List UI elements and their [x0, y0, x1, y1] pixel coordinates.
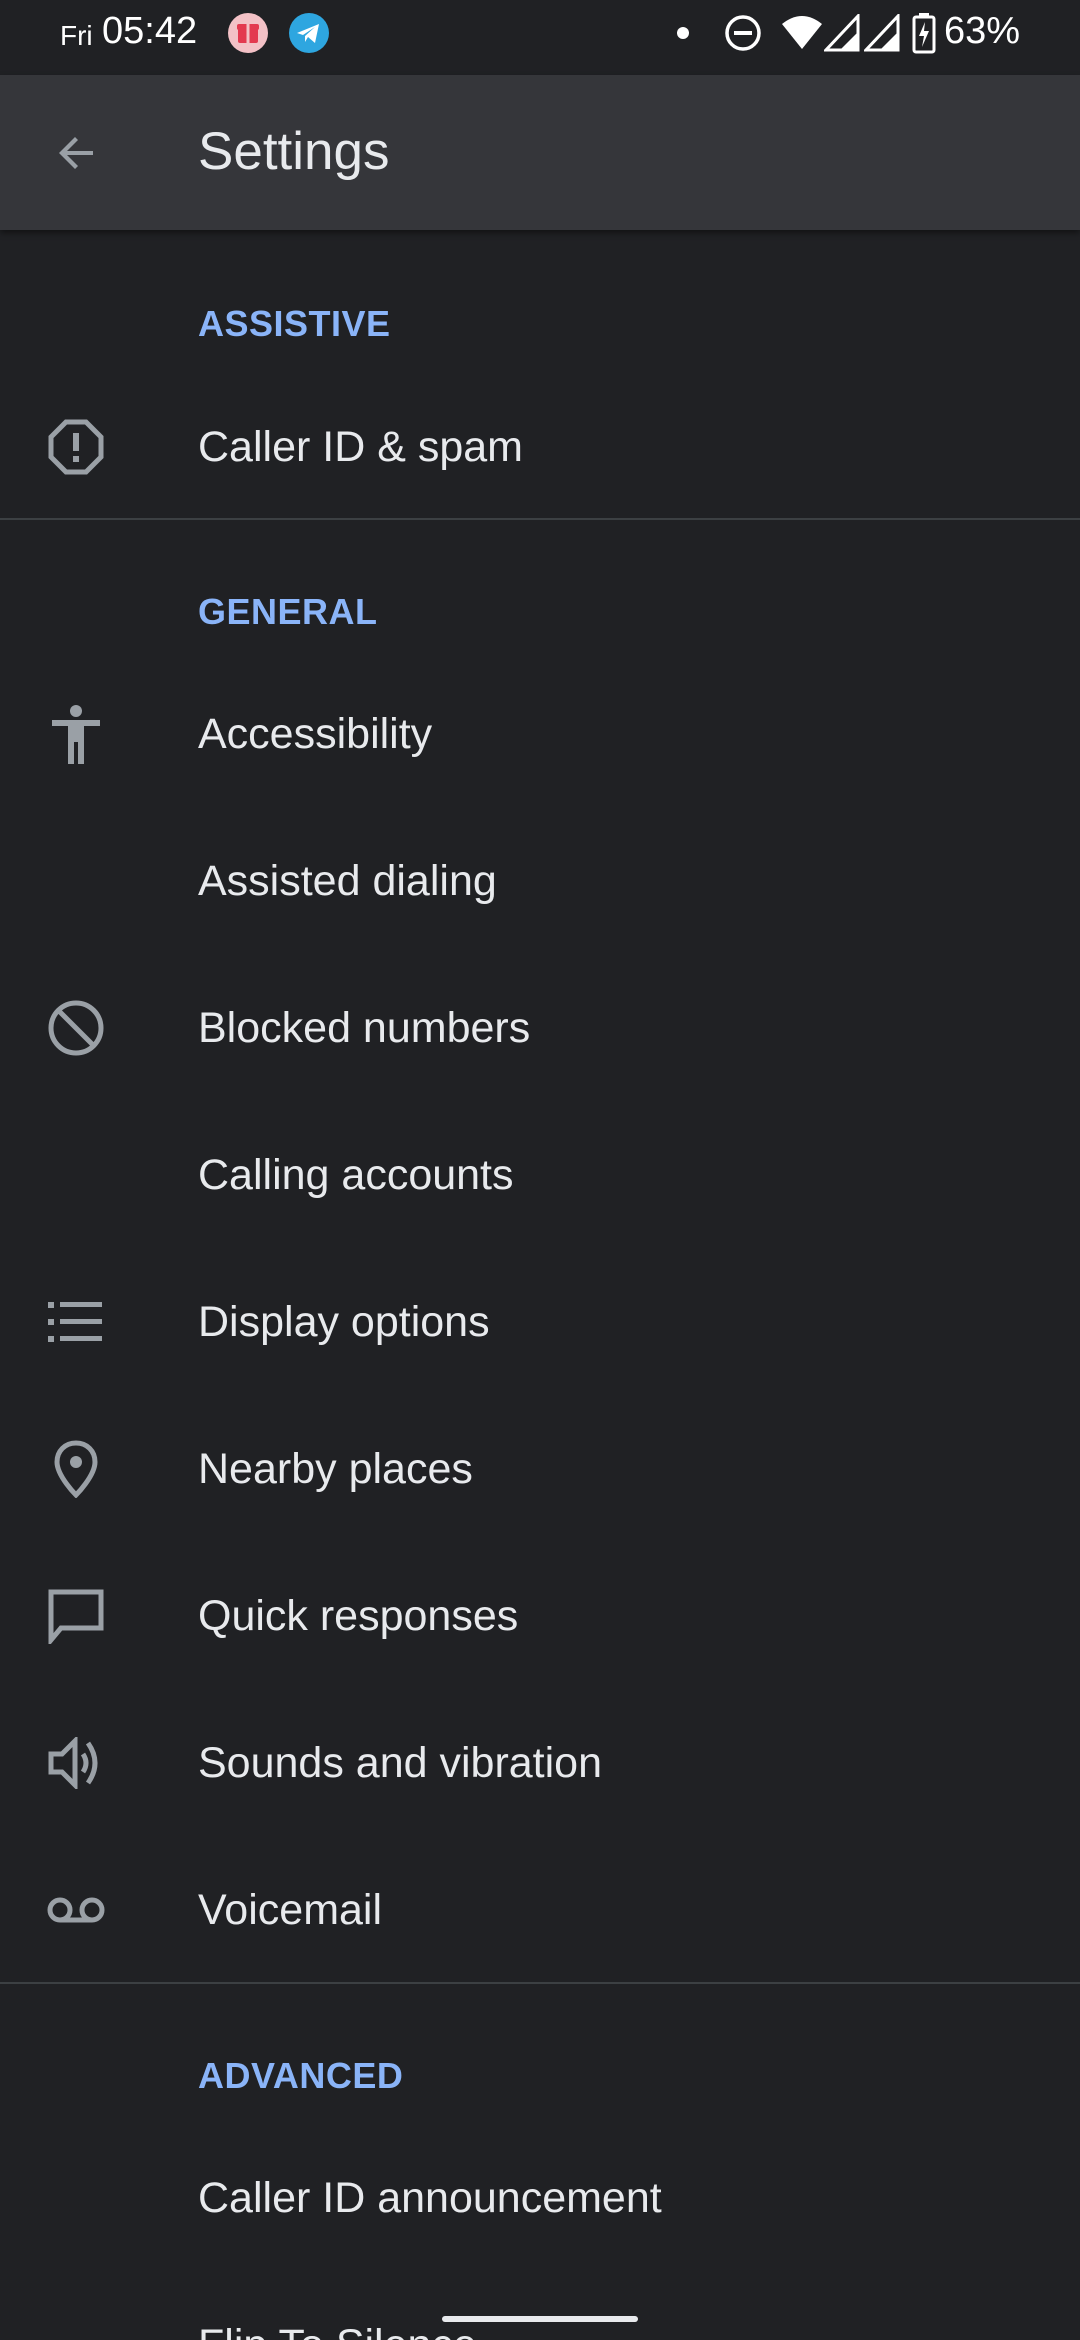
settings-item-caller-id-announcement[interactable]: Caller ID announcement	[0, 2125, 1080, 2271]
settings-item-label: Caller ID & spam	[198, 423, 523, 471]
settings-item-caller-id-spam[interactable]: Caller ID & spam	[0, 374, 1080, 520]
volume-icon	[40, 1727, 112, 1799]
battery-charging-icon	[912, 12, 936, 54]
settings-screen: Fri 05:42 63% Settings ASSISTIVE Caller …	[0, 0, 1080, 2340]
settings-item-accessibility[interactable]: Accessibility	[0, 661, 1080, 807]
list-icon	[40, 1286, 112, 1358]
do-not-disturb-icon	[724, 14, 762, 52]
chat-bubble-icon	[40, 1580, 112, 1652]
page-title: Settings	[198, 122, 390, 181]
gift-app-icon	[227, 12, 269, 54]
settings-item-label: Nearby places	[198, 1445, 473, 1493]
settings-item-label: Flip To Silence	[198, 2272, 477, 2340]
status-day: Fri	[60, 20, 93, 51]
spam-shield-icon	[40, 411, 112, 483]
gesture-navigation-bar[interactable]	[442, 2316, 638, 2322]
status-time: 05:42	[102, 10, 198, 52]
location-pin-icon	[40, 1433, 112, 1505]
section-header-assistive: ASSISTIVE	[198, 303, 391, 344]
telegram-icon	[288, 12, 330, 54]
section-divider	[0, 518, 1080, 520]
settings-item-label: Blocked numbers	[198, 1004, 531, 1052]
wifi-icon	[780, 14, 824, 52]
battery-percent: 63%	[944, 10, 1021, 52]
arrow-back-icon	[53, 129, 101, 177]
notification-dot-icon	[677, 27, 689, 39]
section-header-general: GENERAL	[198, 591, 378, 632]
signal-icon	[824, 14, 860, 52]
back-button[interactable]	[37, 113, 117, 193]
settings-item-assisted-dialing[interactable]: Assisted dialing	[0, 808, 1080, 954]
settings-item-nearby-places[interactable]: Nearby places	[0, 1396, 1080, 1542]
settings-item-label: Caller ID announcement	[198, 2174, 662, 2222]
section-divider	[0, 1982, 1080, 1984]
signal-icon	[864, 14, 900, 52]
app-bar: Settings	[0, 75, 1080, 230]
settings-item-label: Accessibility	[198, 710, 433, 758]
settings-item-label: Assisted dialing	[198, 857, 497, 905]
settings-item-label: Calling accounts	[198, 1151, 514, 1199]
block-icon	[40, 992, 112, 1064]
settings-item-calling-accounts[interactable]: Calling accounts	[0, 1102, 1080, 1248]
settings-item-voicemail[interactable]: Voicemail	[0, 1837, 1080, 1983]
settings-item-flip-to-silence[interactable]: Flip To Silence	[0, 2272, 1080, 2340]
section-header-advanced: ADVANCED	[198, 2055, 404, 2096]
settings-item-quick-responses[interactable]: Quick responses	[0, 1543, 1080, 1689]
settings-item-blocked-numbers[interactable]: Blocked numbers	[0, 955, 1080, 1101]
settings-item-label: Display options	[198, 1298, 490, 1346]
settings-item-display-options[interactable]: Display options	[0, 1249, 1080, 1395]
settings-item-label: Sounds and vibration	[198, 1739, 603, 1787]
status-bar: Fri 05:42 63%	[0, 0, 1080, 75]
settings-item-label: Quick responses	[198, 1592, 519, 1640]
settings-item-sounds-and-vibration[interactable]: Sounds and vibration	[0, 1690, 1080, 1836]
accessibility-icon	[40, 698, 112, 770]
voicemail-icon	[40, 1874, 112, 1946]
settings-item-label: Voicemail	[198, 1886, 383, 1934]
